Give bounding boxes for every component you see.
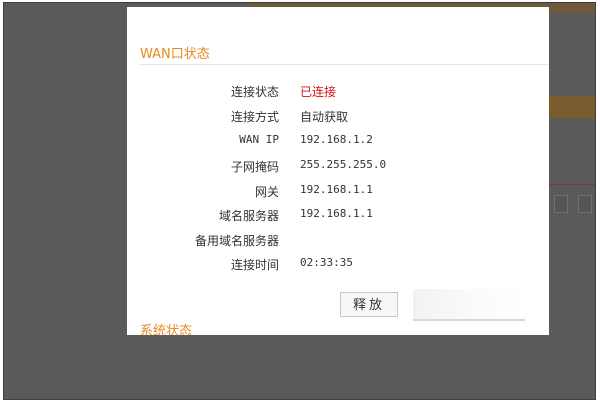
dns-row: 域名服务器 192.168.1.1 [127, 207, 549, 227]
connection-status-value: 已连接 [300, 85, 337, 99]
title-divider [139, 64, 549, 65]
row-label: WAN IP [239, 133, 279, 146]
wan-ip-row: WAN IP 192.168.1.2 [127, 133, 549, 153]
row-label: 子网掩码 [230, 160, 279, 174]
wan-ip-value: 192.168.1.2 [300, 133, 373, 146]
row-label: 连接时间 [230, 258, 279, 272]
connection-status-row: 连接状态 已连接 [127, 83, 549, 103]
row-label: 域名服务器 [218, 209, 279, 223]
connection-time-row: 连接时间 02:33:35 [127, 256, 549, 276]
backup-dns-row: 备用域名服务器 [127, 232, 549, 252]
dns-value: 192.168.1.1 [300, 207, 373, 220]
connection-time-value: 02:33:35 [300, 256, 353, 269]
background-input-box [554, 195, 568, 213]
background-button [549, 96, 595, 118]
system-status-title: 系统状态 [140, 324, 193, 335]
row-label: 连接方式 [230, 110, 279, 124]
connection-type-value: 自动获取 [300, 110, 349, 124]
gateway-row: 网关 192.168.1.1 [127, 183, 549, 203]
subnet-mask-value: 255.255.255.0 [300, 158, 387, 171]
wan-status-panel: WAN口状态 连接状态 已连接 连接方式 自动获取 WAN IP 192.168… [127, 7, 549, 335]
row-label: 连接状态 [230, 85, 279, 99]
dark-overlay-background: WAN口状态 连接状态 已连接 连接方式 自动获取 WAN IP 192.168… [3, 2, 596, 400]
connection-type-row: 连接方式 自动获取 [127, 108, 549, 128]
row-label: 网关 [254, 185, 279, 199]
obscured-button[interactable] [413, 289, 525, 321]
background-input-box [578, 195, 592, 213]
release-button[interactable]: 释放 [340, 292, 398, 317]
background-divider [549, 184, 595, 185]
row-label: 备用域名服务器 [194, 234, 279, 248]
wan-status-title: WAN口状态 [140, 47, 210, 62]
gateway-value: 192.168.1.1 [300, 183, 373, 196]
subnet-mask-row: 子网掩码 255.255.255.0 [127, 158, 549, 178]
